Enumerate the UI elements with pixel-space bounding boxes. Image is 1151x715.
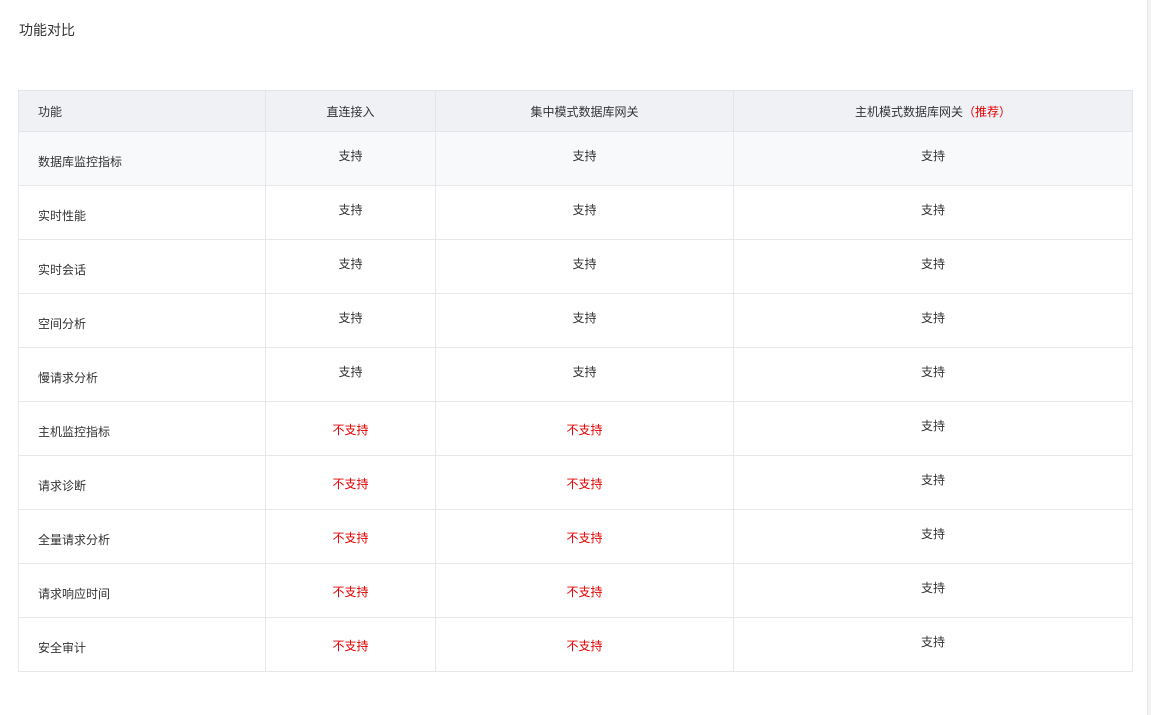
host-cell: 支持 <box>733 293 1133 348</box>
direct-cell: 不支持 <box>265 401 436 456</box>
table-row: 慢请求分析 支持 支持 支持 <box>18 347 1133 402</box>
table-header-row: 功能 直连接入 集中模式数据库网关 主机模式数据库网关（推荐） <box>18 90 1133 132</box>
direct-cell: 不支持 <box>265 563 436 618</box>
page-title: 功能对比 <box>19 23 75 39</box>
scrollbar-track[interactable] <box>1147 0 1151 715</box>
feature-cell: 实时会话 <box>18 239 266 294</box>
support-value: 支持 <box>338 149 363 163</box>
support-value: 支持 <box>572 203 597 217</box>
support-value: 支持 <box>920 311 945 325</box>
feature-cell: 全量请求分析 <box>18 509 266 564</box>
header-host-gateway-label: 主机模式数据库网关 <box>854 104 963 119</box>
support-value: 支持 <box>920 635 945 649</box>
support-value: 不支持 <box>332 477 369 491</box>
support-value: 不支持 <box>332 585 369 599</box>
support-value: 支持 <box>338 257 363 271</box>
centralized-cell: 支持 <box>435 239 734 294</box>
support-value: 支持 <box>338 311 363 325</box>
centralized-cell: 不支持 <box>435 455 734 510</box>
table-body: 数据库监控指标 支持 支持 支持 实时性能 支持 支持 支持 实时会话 支持 支… <box>18 131 1133 672</box>
feature-cell: 请求诊断 <box>18 455 266 510</box>
feature-cell: 请求响应时间 <box>18 563 266 618</box>
table-row: 空间分析 支持 支持 支持 <box>18 293 1133 348</box>
host-cell: 支持 <box>733 131 1133 186</box>
host-cell: 支持 <box>733 455 1133 510</box>
host-cell: 支持 <box>733 617 1133 672</box>
support-value: 不支持 <box>566 531 603 545</box>
direct-cell: 不支持 <box>265 509 436 564</box>
host-cell: 支持 <box>733 509 1133 564</box>
support-value: 支持 <box>572 257 597 271</box>
host-cell: 支持 <box>733 185 1133 240</box>
support-value: 支持 <box>338 203 363 217</box>
support-value: 支持 <box>338 365 363 379</box>
support-value: 支持 <box>920 473 945 487</box>
centralized-cell: 不支持 <box>435 401 734 456</box>
table-row: 主机监控指标 不支持 不支持 支持 <box>18 401 1133 456</box>
host-cell: 支持 <box>733 347 1133 402</box>
table-row: 请求响应时间 不支持 不支持 支持 <box>18 563 1133 618</box>
direct-cell: 支持 <box>265 347 436 402</box>
table-row: 实时性能 支持 支持 支持 <box>18 185 1133 240</box>
support-value: 不支持 <box>566 585 603 599</box>
direct-cell: 不支持 <box>265 617 436 672</box>
recommended-tag: （推荐） <box>963 104 1012 119</box>
centralized-cell: 不支持 <box>435 509 734 564</box>
host-cell: 支持 <box>733 563 1133 618</box>
support-value: 支持 <box>920 419 945 433</box>
support-value: 不支持 <box>566 423 603 437</box>
direct-cell: 支持 <box>265 293 436 348</box>
support-value: 不支持 <box>566 477 603 491</box>
host-cell: 支持 <box>733 401 1133 456</box>
support-value: 支持 <box>572 149 597 163</box>
page: 功能对比 功能 直连接入 集中模式数据库网关 主机模式数据库网关（推荐） 数据库… <box>0 0 1151 715</box>
support-value: 支持 <box>572 311 597 325</box>
support-value: 不支持 <box>566 639 603 653</box>
direct-cell: 不支持 <box>265 455 436 510</box>
header-host-gateway: 主机模式数据库网关（推荐） <box>733 90 1133 132</box>
feature-cell: 安全审计 <box>18 617 266 672</box>
host-cell: 支持 <box>733 239 1133 294</box>
support-value: 支持 <box>920 365 945 379</box>
centralized-cell: 支持 <box>435 293 734 348</box>
centralized-cell: 支持 <box>435 185 734 240</box>
direct-cell: 支持 <box>265 131 436 186</box>
support-value: 不支持 <box>332 639 369 653</box>
support-value: 不支持 <box>332 423 369 437</box>
support-value: 支持 <box>920 257 945 271</box>
table-row: 请求诊断 不支持 不支持 支持 <box>18 455 1133 510</box>
support-value: 支持 <box>572 365 597 379</box>
support-value: 支持 <box>920 203 945 217</box>
support-value: 不支持 <box>332 531 369 545</box>
feature-cell: 空间分析 <box>18 293 266 348</box>
table-row: 安全审计 不支持 不支持 支持 <box>18 617 1133 672</box>
support-value: 支持 <box>920 581 945 595</box>
support-value: 支持 <box>920 527 945 541</box>
feature-comparison-table: 功能 直连接入 集中模式数据库网关 主机模式数据库网关（推荐） 数据库监控指标 … <box>18 90 1133 672</box>
header-centralized-gateway: 集中模式数据库网关 <box>435 90 734 132</box>
feature-cell: 数据库监控指标 <box>18 131 266 186</box>
header-feature: 功能 <box>18 90 266 132</box>
header-direct-access: 直连接入 <box>265 90 436 132</box>
feature-cell: 主机监控指标 <box>18 401 266 456</box>
table-row: 全量请求分析 不支持 不支持 支持 <box>18 509 1133 564</box>
centralized-cell: 不支持 <box>435 617 734 672</box>
direct-cell: 支持 <box>265 239 436 294</box>
centralized-cell: 支持 <box>435 131 734 186</box>
table-row: 数据库监控指标 支持 支持 支持 <box>18 131 1133 186</box>
centralized-cell: 支持 <box>435 347 734 402</box>
direct-cell: 支持 <box>265 185 436 240</box>
feature-cell: 慢请求分析 <box>18 347 266 402</box>
support-value: 支持 <box>920 149 945 163</box>
feature-cell: 实时性能 <box>18 185 266 240</box>
centralized-cell: 不支持 <box>435 563 734 618</box>
table-row: 实时会话 支持 支持 支持 <box>18 239 1133 294</box>
